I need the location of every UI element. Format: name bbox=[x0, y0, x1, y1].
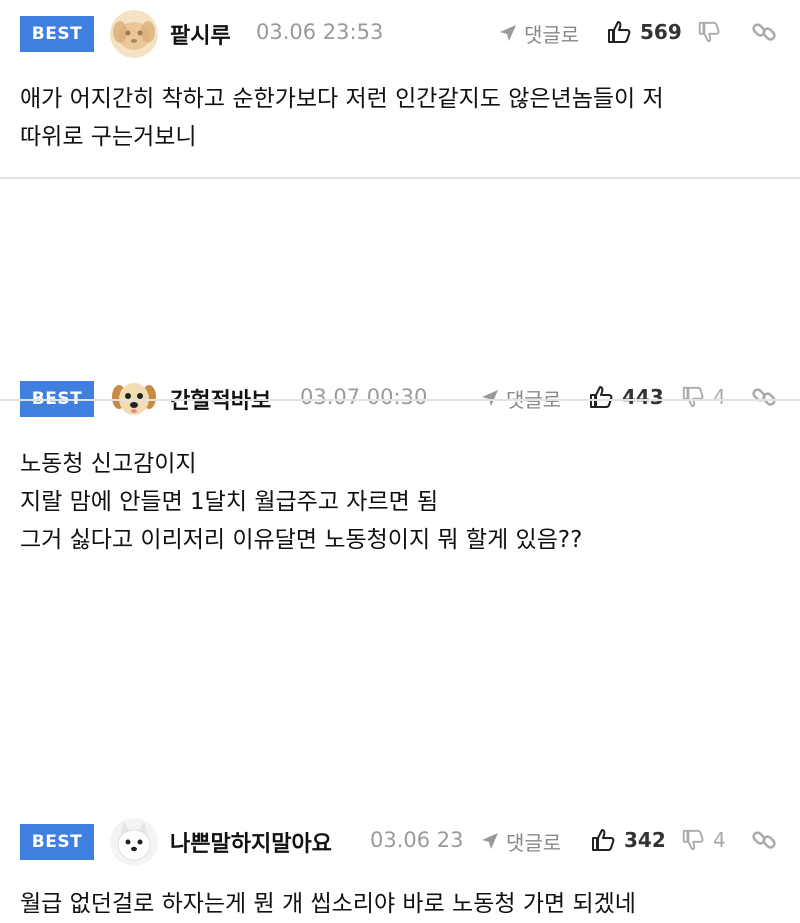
comment-line: 따위로 구는거보니 bbox=[20, 124, 197, 150]
avatar[interactable] bbox=[110, 10, 158, 58]
like-button[interactable]: 342 bbox=[590, 824, 666, 856]
dislike-button[interactable]: 4 bbox=[681, 824, 726, 856]
comment-line: 애가 어지간히 착하고 순한가보다 저런 인간같지도 않은년놈들이 저 bbox=[20, 86, 664, 112]
send-arrow-icon bbox=[482, 833, 498, 849]
dislike-count: 4 bbox=[713, 828, 726, 852]
dislike-button[interactable] bbox=[697, 16, 729, 48]
timestamp: 03.06 23 bbox=[370, 828, 464, 852]
comment-item: BEST 팥시루 03.06 23:53 댓글로 569 애가 어지간히 착하고… bbox=[0, 0, 800, 179]
reply-label: 댓글로 bbox=[524, 22, 580, 47]
nickname[interactable]: 팥시루 bbox=[170, 18, 231, 50]
comment-header: BEST 팥시루 03.06 23:53 댓글로 569 bbox=[0, 10, 800, 58]
comment-item: BEST 나쁜말하지말아요 03.06 23 댓글로 342 4 월급 없던걸로… bbox=[0, 401, 800, 917]
link-icon[interactable] bbox=[750, 826, 778, 854]
send-arrow-icon bbox=[500, 25, 516, 41]
link-icon[interactable] bbox=[750, 18, 778, 46]
like-count: 342 bbox=[624, 828, 666, 852]
comment-item: BEST 간헐적바보 03.07 00:30 댓글로 443 4 노동청 신고감… bbox=[0, 179, 800, 553]
like-count: 569 bbox=[640, 20, 682, 44]
thumbs-down-icon bbox=[698, 21, 720, 43]
thumbs-up-icon bbox=[592, 829, 615, 851]
reply-button[interactable]: 댓글로 bbox=[498, 18, 579, 48]
comment-body: 월급 없던걸로 하자는게 뭔 개 씹소리야 바로 노동청 가면 되겠네 bbox=[20, 885, 636, 923]
comment-line: 월급 없던걸로 하자는게 뭔 개 씹소리야 바로 노동청 가면 되겠네 bbox=[20, 891, 636, 917]
timestamp: 03.06 23:53 bbox=[256, 20, 384, 44]
thumbs-up-icon bbox=[608, 21, 631, 43]
best-badge: BEST bbox=[20, 824, 94, 860]
thumbs-down-icon bbox=[682, 829, 704, 851]
reply-button[interactable]: 댓글로 bbox=[480, 826, 561, 856]
nickname[interactable]: 나쁜말하지말아요 bbox=[170, 826, 332, 858]
comment-body: 애가 어지간히 착하고 순한가보다 저런 인간같지도 않은년놈들이 저 따위로 … bbox=[20, 80, 664, 156]
reply-label: 댓글로 bbox=[506, 830, 562, 855]
avatar[interactable] bbox=[110, 818, 158, 866]
comment-header: BEST 나쁜말하지말아요 03.06 23 댓글로 342 4 bbox=[0, 818, 800, 866]
best-badge: BEST bbox=[20, 16, 94, 52]
like-button[interactable]: 569 bbox=[606, 16, 682, 48]
